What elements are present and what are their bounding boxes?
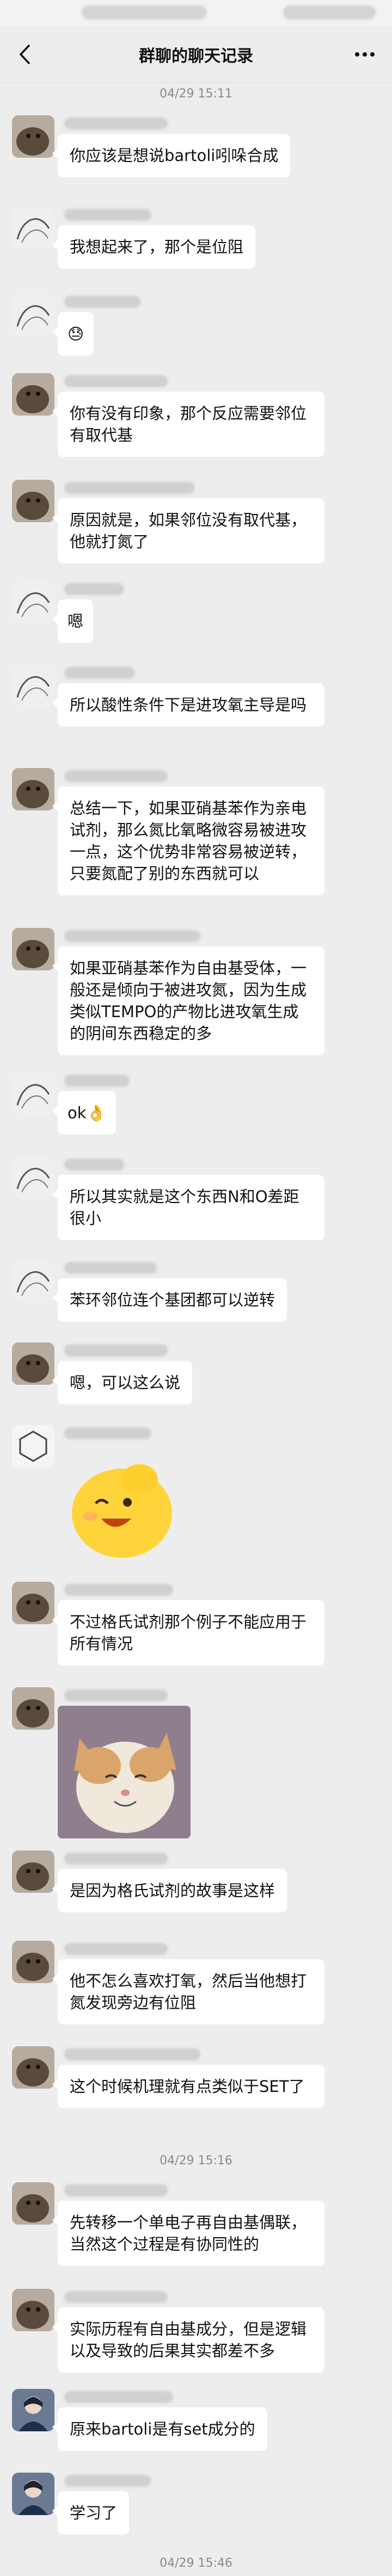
message-bubble[interactable]: 这个时候机理就有点类似于SET了 <box>52 2065 324 2108</box>
message-bubble[interactable]: 嗯，可以这么说 <box>52 1361 193 1404</box>
blurred-text <box>82 5 207 20</box>
avatar[interactable] <box>12 581 54 623</box>
timestamp: 04/29 15:16 <box>160 2154 232 2168</box>
avatar[interactable] <box>12 1073 54 1115</box>
back-button[interactable] <box>10 39 40 70</box>
message-bubble[interactable]: 学习了 <box>52 2491 130 2535</box>
message-bubble[interactable]: 原因就是，如果邻位没有取代基，他就打氮了 <box>52 498 324 564</box>
avatar[interactable] <box>12 928 54 970</box>
nickname-blurred <box>64 296 140 308</box>
nickname-blurred <box>64 1345 168 1357</box>
avatar[interactable] <box>12 1260 54 1302</box>
nickname-blurred <box>64 117 168 129</box>
nickname-blurred <box>64 1689 168 1701</box>
avatar[interactable] <box>12 1687 54 1730</box>
nickname-blurred <box>64 2291 168 2303</box>
avatar[interactable] <box>12 768 54 810</box>
avatar[interactable] <box>12 2289 54 2331</box>
message-bubble[interactable]: 所以酸性条件下是进攻氧主导是吗 <box>52 683 324 727</box>
page-title: 群聊的聊天记录 <box>139 47 253 66</box>
nickname-blurred <box>64 1584 173 1596</box>
nickname-blurred <box>64 583 124 595</box>
top-blurred-strip <box>0 0 392 26</box>
message-bubble[interactable]: 所以其实就是这个东西N和O差距很小 <box>52 1175 324 1240</box>
nickname-blurred <box>64 375 168 387</box>
nickname-blurred <box>64 770 168 782</box>
avatar[interactable] <box>12 2182 54 2225</box>
message-bubble[interactable]: ok👌 <box>52 1091 116 1135</box>
nickname-blurred <box>64 2391 173 2403</box>
message-bubble[interactable]: 你应该是想说bartoli吲哚合成 <box>52 134 291 177</box>
nickname-blurred <box>64 667 135 679</box>
avatar[interactable] <box>12 1156 54 1199</box>
avatar[interactable] <box>12 480 54 522</box>
chevron-left-icon <box>20 45 30 64</box>
yellow-blob-sticker[interactable] <box>58 1444 183 1569</box>
avatar[interactable] <box>12 1342 54 1385</box>
message-bubble[interactable]: 如果亚硝基苯作为自由基受体，一般还是倾向于被进攻氮，因为生成类似TEMPO的产物… <box>52 946 324 1055</box>
more-button[interactable] <box>350 39 380 70</box>
nickname-blurred <box>64 1262 157 1274</box>
message-bubble[interactable]: 嗯 <box>52 599 94 643</box>
timestamp: 04/29 15:46 <box>160 2556 232 2570</box>
nickname-blurred <box>64 2475 151 2487</box>
timestamp: 04/29 15:11 <box>160 87 232 101</box>
message-bubble[interactable]: 他不怎么喜欢打氧，然后当他想打氮发现旁边有位阻 <box>52 1959 324 2024</box>
nickname-blurred <box>64 1159 124 1171</box>
message-bubble[interactable]: 😓 <box>52 312 94 356</box>
nickname-blurred <box>64 482 195 494</box>
avatar[interactable] <box>12 2473 54 2515</box>
avatar[interactable] <box>12 373 54 416</box>
nickname-blurred <box>64 930 200 942</box>
avatar[interactable] <box>12 1425 54 1467</box>
message-bubble[interactable]: 是因为格氏试剂的故事是这样 <box>52 1869 287 1912</box>
avatar[interactable] <box>12 1850 54 1893</box>
avatar[interactable] <box>12 665 54 707</box>
nav-bar: 群聊的聊天记录 <box>0 26 392 83</box>
avatar[interactable] <box>12 1941 54 1983</box>
avatar[interactable] <box>12 115 54 158</box>
nickname-blurred <box>64 1853 168 1865</box>
nickname-blurred <box>64 2048 200 2060</box>
avatar[interactable] <box>12 1582 54 1624</box>
nickname-blurred <box>64 209 151 221</box>
message-bubble[interactable]: 我想起来了，那个是位阻 <box>52 225 256 269</box>
message-bubble[interactable]: 原来bartoli是有set成分的 <box>52 2407 267 2451</box>
nickname-blurred <box>64 1075 130 1087</box>
message-bubble[interactable]: 先转移一个单电子再自由基偶联，当然这个过程是有协同性的 <box>52 2201 324 2266</box>
nickname-blurred <box>64 1943 168 1955</box>
avatar[interactable] <box>12 2389 54 2431</box>
message-bubble[interactable]: 总结一下，如果亚硝基苯作为亲电试剂，那么氮比氧略微容易被进攻一点，这个优势非常容… <box>52 787 324 895</box>
nickname-blurred <box>64 1427 151 1439</box>
cat-photo-sticker[interactable] <box>58 1706 191 1838</box>
message-bubble[interactable]: 苯环邻位连个基团都可以逆转 <box>52 1278 287 1322</box>
avatar[interactable] <box>12 207 54 249</box>
message-bubble[interactable]: 你有没有印象，那个反应需要邻位有取代基 <box>52 392 324 457</box>
message-bubble[interactable]: 不过格氏试剂那个例子不能应用于所有情况 <box>52 1600 324 1665</box>
more-dots-icon <box>355 52 375 57</box>
avatar[interactable] <box>12 294 54 336</box>
blurred-text <box>283 5 376 20</box>
avatar[interactable] <box>12 2046 54 2089</box>
nickname-blurred <box>64 2184 168 2196</box>
message-bubble[interactable]: 实际历程有自由基成分，但是逻辑以及导致的后果其实都差不多 <box>52 2307 324 2373</box>
